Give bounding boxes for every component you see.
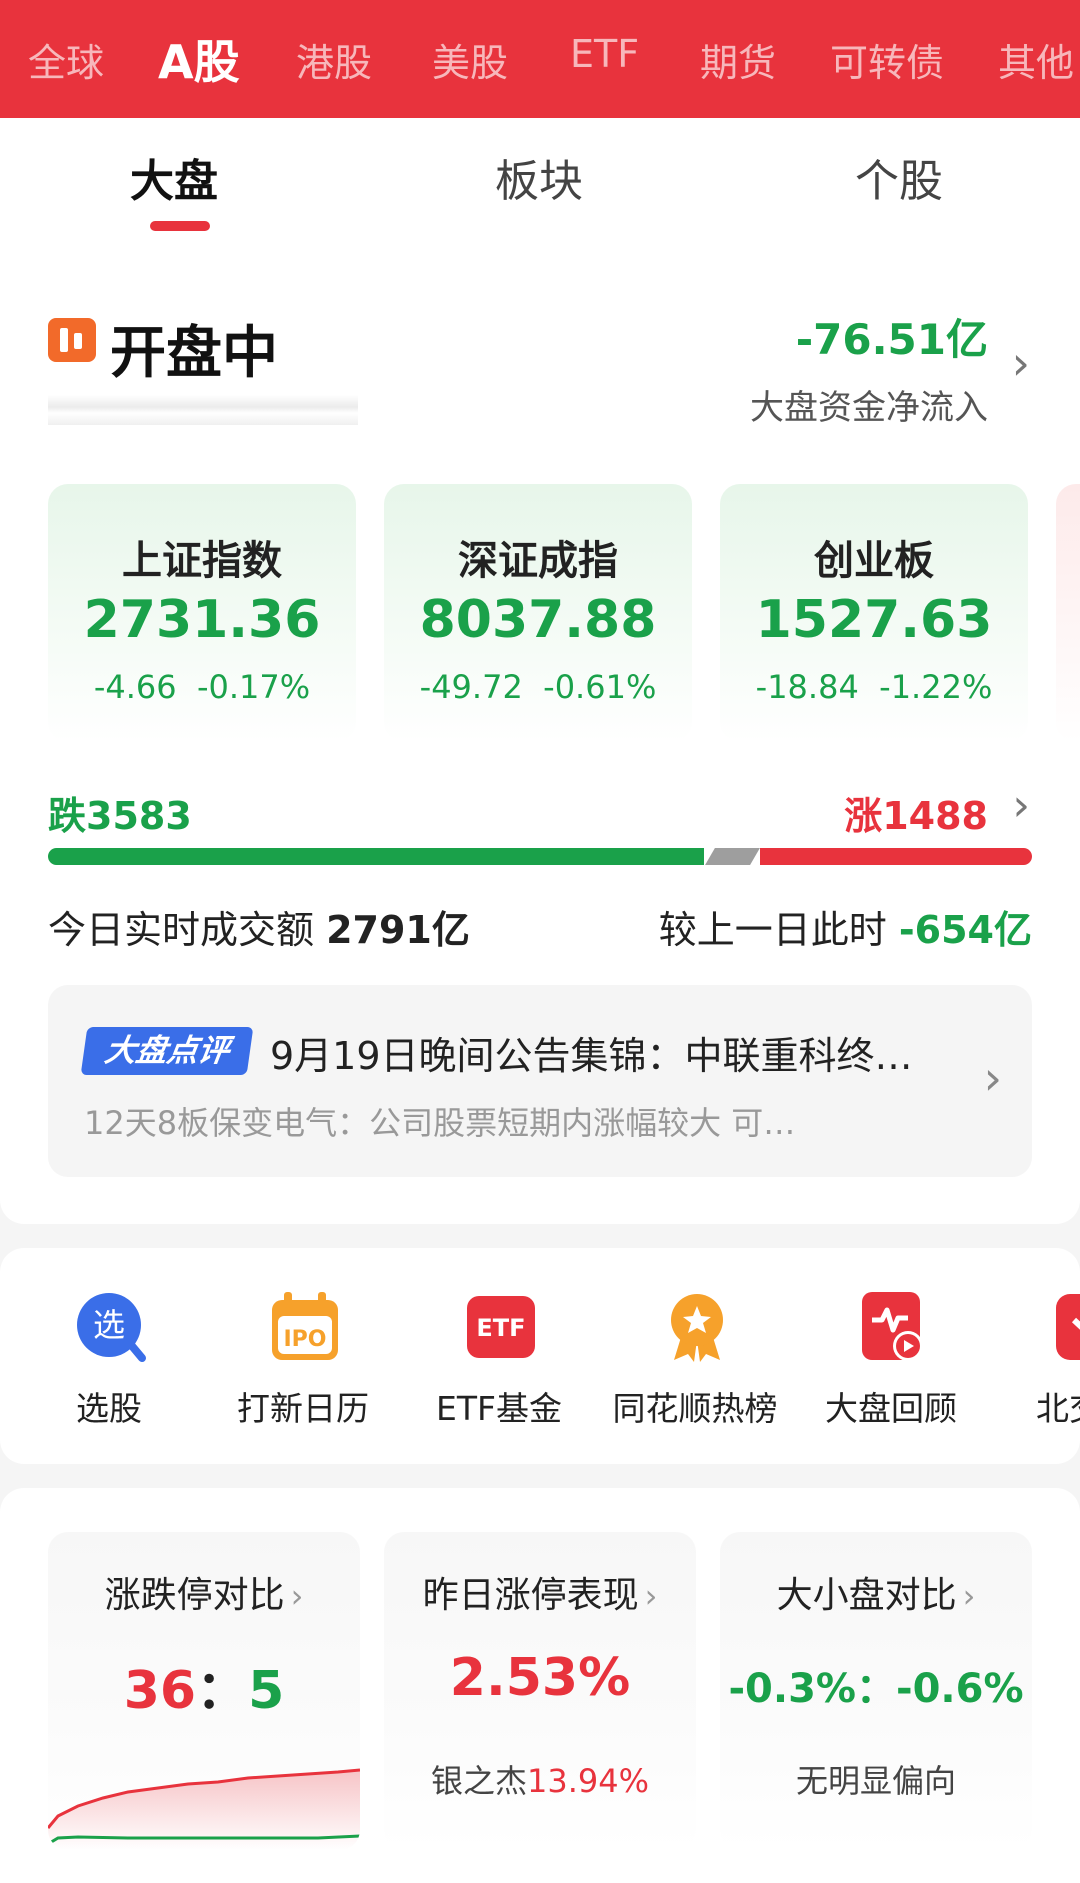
top-stock-value: 13.94% (527, 1762, 650, 1800)
news-title: 9月19日晚间公告集锦：中联重科终… (270, 1034, 913, 1078)
index-name: 上证指数 (122, 538, 282, 584)
top-stock-name: 银之杰 (430, 1762, 527, 1800)
compare-label: 较上一日此时 (658, 908, 887, 952)
market-status: 开盘中 (110, 321, 278, 386)
yesterday-limit-up-card[interactable]: 昨日涨停表现 › 2.53% 银之杰13.94% (384, 1532, 696, 1850)
limit-up-performance: 2.53% (449, 1648, 631, 1708)
index-card-chinext[interactable]: 创业板 1527.63 -18.84 -1.22% (720, 484, 1028, 742)
breadth-bar (48, 848, 1032, 865)
chevron-right-icon: › (983, 1051, 1002, 1105)
quick-item-etf-fund[interactable]: ETF ETF基金 (404, 1290, 594, 1450)
index-card-shenzhen[interactable]: 深证成指 8037.88 -49.72 -0.61% (384, 484, 692, 742)
limit-trend-sparkline (48, 1768, 360, 1850)
stat-title: 昨日涨停表现 › (422, 1575, 658, 1616)
market-tab-a-share[interactable]: A股 (158, 26, 240, 92)
chevron-right-icon: › (290, 1577, 304, 1615)
market-commentary-card[interactable]: 大盘点评 9月19日晚间公告集锦：中联重科终… 12天8板保变电气：公司股票短期… (48, 985, 1032, 1177)
status-subtext-blurred (48, 395, 358, 425)
commentary-badge: 大盘点评 (80, 1027, 254, 1075)
limit-down-count: 5 (248, 1661, 285, 1721)
ratio-separator: ： (196, 1661, 249, 1721)
compare-value: -654亿 (898, 908, 1032, 952)
index-name: 深证成指 (458, 538, 618, 584)
market-tab-hk[interactable]: 港股 (296, 32, 372, 87)
fund-flow-value[interactable]: -76.51亿 (796, 306, 988, 367)
turnover-label: 今日实时成交额 (48, 908, 315, 952)
index-price: 1527.63 (755, 590, 993, 650)
market-review-icon (862, 1292, 923, 1361)
limit-ratio: 36：5 (48, 1648, 360, 1723)
quick-item-label: 选股 (76, 1389, 142, 1428)
quick-item-label: ETF基金 (436, 1389, 562, 1428)
index-change: -18.84 -1.22% (755, 668, 993, 706)
quick-item-hot-list[interactable]: 同花顺热榜 (600, 1290, 790, 1450)
stock-picker-icon: 选 (77, 1293, 146, 1362)
ipo-calendar-icon: IPO (272, 1292, 338, 1360)
large-small-cap-card[interactable]: 大小盘对比 › -0.3%：-0.6% 无明显偏向 (720, 1532, 1032, 1850)
market-tab-bar: 全球 A股 港股 美股 ETF 期货 可转债 其他 (0, 0, 1080, 118)
stat-title: 涨跌停对比 › (104, 1575, 304, 1616)
market-tab-global[interactable]: 全球 (28, 32, 104, 87)
chevron-right-icon: › (644, 1577, 658, 1615)
quick-item-beijing-exchange[interactable]: 北交 (992, 1290, 1080, 1450)
chevron-right-icon[interactable]: › (1012, 336, 1030, 390)
chevron-right-icon: › (962, 1577, 976, 1615)
cap-compare-value: -0.3%：-0.6% (728, 1666, 1024, 1712)
index-price: 2731.36 (83, 590, 321, 650)
market-tab-us[interactable]: 美股 (432, 32, 508, 87)
tab-market[interactable]: 大盘 (130, 145, 218, 209)
quick-item-market-review[interactable]: 大盘回顾 (796, 1290, 986, 1450)
turnover-compare: 较上一日此时 -654亿 (659, 899, 1032, 954)
rise-count[interactable]: 涨1488 (844, 785, 988, 840)
quick-item-label: 同花顺热榜 (612, 1389, 778, 1428)
market-tab-other[interactable]: 其他 (998, 32, 1074, 87)
turnover-value: 2791亿 (326, 908, 470, 952)
breadth-bar-fall (48, 848, 705, 865)
breadth-bar-flat (705, 848, 761, 865)
cap-compare-note: 无明显偏向 (795, 1762, 956, 1800)
market-tab-etf[interactable]: ETF (570, 32, 639, 76)
index-card-shanghai[interactable]: 上证指数 2731.36 -4.66 -0.17% (48, 484, 356, 742)
market-tab-convertible[interactable]: 可转债 (830, 32, 944, 87)
quick-item-label: 大盘回顾 (825, 1389, 957, 1428)
top-stock: 银之杰13.94% (384, 1756, 696, 1802)
index-change: -49.72 -0.61% (419, 668, 657, 706)
quick-item-label: 打新日历 (237, 1389, 369, 1428)
quick-item-ipo-calendar[interactable]: IPO 打新日历 (208, 1290, 398, 1450)
tab-stock[interactable]: 个股 (855, 145, 943, 209)
svg-text:ETF: ETF (476, 1314, 525, 1342)
fall-count: 跌3583 (48, 794, 192, 838)
limit-up-down-compare-card[interactable]: 涨跌停对比 › 36：5 (48, 1532, 360, 1850)
index-card-next-peek[interactable] (1056, 484, 1080, 742)
index-change: -4.66 -0.17% (93, 668, 311, 706)
medal-star-icon (671, 1294, 723, 1362)
svg-text:IPO: IPO (283, 1327, 326, 1352)
quick-item-stock-picker[interactable]: 选 选股 (14, 1290, 204, 1450)
tab-sector[interactable]: 板块 (495, 145, 583, 209)
etf-fund-icon: ETF (467, 1296, 535, 1358)
svg-text:选: 选 (93, 1306, 125, 1344)
beijing-exchange-icon (1056, 1294, 1080, 1360)
fund-flow-label[interactable]: 大盘资金净流入 (750, 380, 988, 429)
news-summary: 12天8板保变电气：公司股票短期内涨幅较大 可… (84, 1104, 796, 1142)
limit-up-count: 36 (123, 1661, 197, 1721)
quick-item-label: 北交 (1036, 1389, 1080, 1428)
stat-title: 大小盘对比 › (776, 1575, 976, 1616)
index-price: 8037.88 (419, 590, 657, 650)
turnover: 今日实时成交额 2791亿 (48, 899, 470, 954)
candlestick-icon (48, 318, 96, 362)
breadth-bar-rise (759, 848, 1032, 865)
chevron-right-icon[interactable]: › (1012, 780, 1030, 831)
active-tab-indicator (150, 221, 210, 231)
market-tab-futures[interactable]: 期货 (700, 32, 776, 87)
index-name: 创业板 (814, 538, 934, 584)
